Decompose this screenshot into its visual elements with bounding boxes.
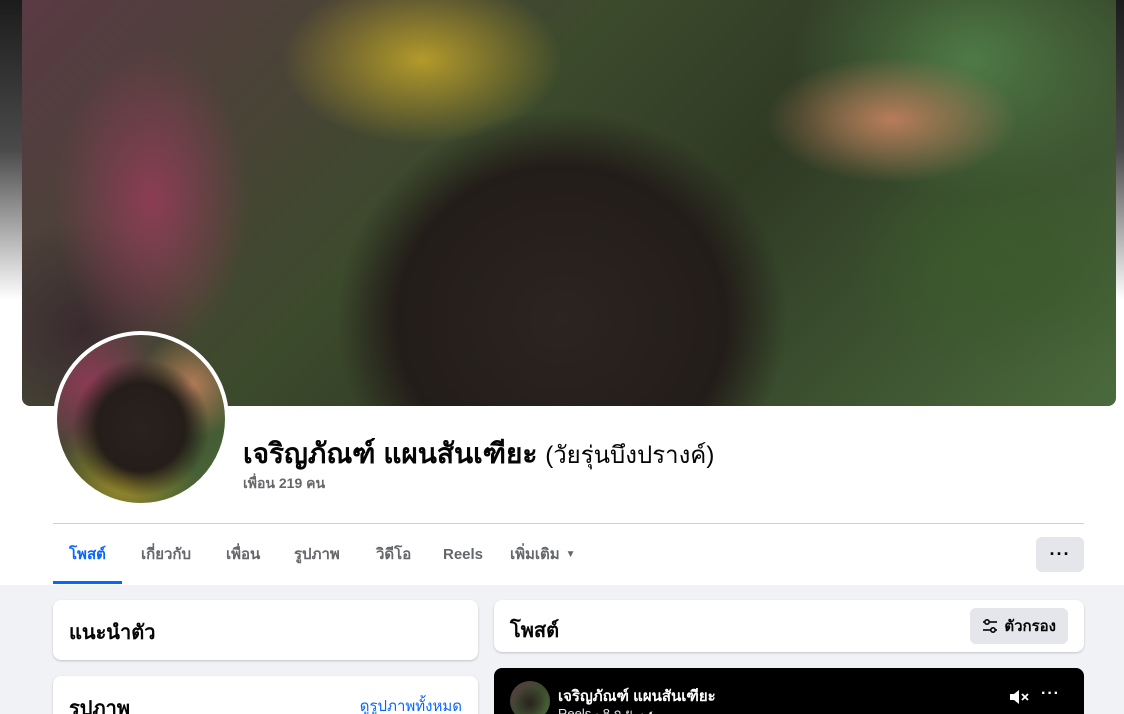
reel-meta-text: Reels · 8 ก.ย. · [558, 706, 645, 714]
tab-more[interactable]: เพิ่มเติม ▼ [494, 524, 592, 584]
tab-friends[interactable]: เพื่อน [210, 524, 276, 584]
profile-name-text: เจริญภัณฑ์ แผนสันเฑียะ [243, 438, 538, 469]
profile-name: เจริญภัณฑ์ แผนสันเฑียะ (วัยรุ่นบึงปรางค์… [243, 432, 714, 476]
globe-icon: ◐ [647, 706, 656, 714]
see-all-photos-link[interactable]: ดูรูปภาพทั้งหมด [360, 694, 462, 714]
tab-videos[interactable]: วิดีโอ [360, 524, 427, 584]
tab-reels[interactable]: Reels [427, 524, 499, 584]
friends-count-link[interactable]: เพื่อน 219 คน [243, 473, 325, 495]
posts-title: โพสต์ [510, 620, 560, 642]
filter-button[interactable]: ตัวกรอง [970, 608, 1068, 644]
profile-alternate-name: (วัยรุ่นบึงปรางค์) [545, 442, 715, 469]
reel-post-card[interactable]: เจริญภัณฑ์ แผนสันเฑียะ Reels · 8 ก.ย. · … [494, 668, 1084, 714]
photos-title: รูปภาพ [69, 698, 131, 714]
intro-card: แนะนำตัว [53, 600, 478, 660]
filter-sliders-icon [983, 618, 998, 634]
tab-posts[interactable]: โพสต์ [53, 524, 122, 584]
tab-more-label: เพิ่มเติม [510, 546, 560, 563]
filter-label: ตัวกรอง [1004, 618, 1056, 635]
reel-meta: Reels · 8 ก.ย. · ◐ [558, 703, 656, 714]
profile-avatar[interactable] [53, 331, 229, 507]
tab-photos[interactable]: รูปภาพ [278, 524, 356, 584]
intro-title: แนะนำตัว [69, 622, 156, 644]
speaker-muted-icon[interactable] [1008, 688, 1030, 706]
tab-about[interactable]: เกี่ยวกับ [125, 524, 207, 584]
caret-down-icon: ▼ [565, 548, 576, 560]
reel-author-avatar[interactable] [510, 681, 550, 714]
reel-menu-button[interactable]: ··· [1041, 685, 1060, 703]
photos-card: รูปภาพ ดูรูปภาพทั้งหมด [53, 676, 478, 714]
profile-more-button[interactable]: ··· [1036, 537, 1084, 572]
posts-header-card: โพสต์ ตัวกรอง [494, 600, 1084, 652]
